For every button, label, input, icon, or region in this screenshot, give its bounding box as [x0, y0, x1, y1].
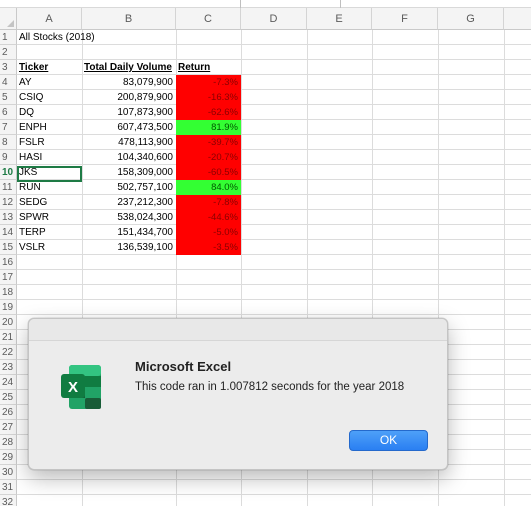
volume-cell[interactable]: 136,539,100	[82, 240, 176, 255]
return-cell[interactable]: -3.5%	[176, 240, 241, 255]
ribbon-edge	[0, 0, 531, 8]
row-header[interactable]: 14	[0, 225, 17, 240]
volume-cell[interactable]: 83,079,900	[82, 75, 176, 90]
row-header[interactable]: 4	[0, 75, 17, 90]
row-header[interactable]: 13	[0, 210, 17, 225]
volume-cell[interactable]: 478,113,900	[82, 135, 176, 150]
row-header[interactable]: 7	[0, 120, 17, 135]
row-header[interactable]: 9	[0, 150, 17, 165]
column-header-f[interactable]: F	[372, 8, 438, 30]
ticker-cell[interactable]: AY	[17, 75, 82, 90]
row-header[interactable]: 3	[0, 60, 17, 75]
row-header[interactable]: 6	[0, 105, 17, 120]
gridline	[17, 494, 531, 495]
column-header-d[interactable]: D	[241, 8, 307, 30]
gridline	[17, 299, 531, 300]
row-header[interactable]: 5	[0, 90, 17, 105]
return-cell[interactable]: -7.8%	[176, 195, 241, 210]
row-header[interactable]: 30	[0, 465, 17, 480]
sheet-title: All Stocks (2018)	[19, 32, 95, 43]
column-header-g[interactable]: G	[438, 8, 504, 30]
row-header[interactable]: 21	[0, 330, 17, 345]
row-header[interactable]: 26	[0, 405, 17, 420]
ticker-cell[interactable]: SEDG	[17, 195, 82, 210]
column-header-c[interactable]: C	[176, 8, 241, 30]
ticker-cell[interactable]: ENPH	[17, 120, 82, 135]
return-cell[interactable]: -39.7%	[176, 135, 241, 150]
volume-cell[interactable]: 538,024,300	[82, 210, 176, 225]
return-cell[interactable]: -60.5%	[176, 165, 241, 180]
dialog-titlebar	[29, 319, 447, 341]
gridline	[17, 479, 531, 480]
ribbon-divider	[340, 0, 341, 8]
column-header-a[interactable]: A	[17, 8, 82, 30]
row-header[interactable]: 22	[0, 345, 17, 360]
ticker-cell[interactable]: FSLR	[17, 135, 82, 150]
row-header[interactable]: 11	[0, 180, 17, 195]
volume-cell[interactable]: 151,434,700	[82, 225, 176, 240]
return-cell[interactable]: -44.6%	[176, 210, 241, 225]
header-volume: Total Daily Volume	[84, 62, 172, 73]
ticker-cell[interactable]: HASI	[17, 150, 82, 165]
row-header[interactable]: 31	[0, 480, 17, 495]
return-cell[interactable]: 81.9%	[176, 120, 241, 135]
row-header[interactable]: 16	[0, 255, 17, 270]
ok-button[interactable]: OK	[349, 430, 428, 451]
row-header[interactable]: 8	[0, 135, 17, 150]
volume-cell[interactable]: 158,309,000	[82, 165, 176, 180]
column-header-b[interactable]: B	[82, 8, 176, 30]
row-header[interactable]: 32	[0, 495, 17, 506]
header-return: Return	[178, 62, 211, 73]
return-cell[interactable]: -16.3%	[176, 90, 241, 105]
ticker-cell[interactable]: TERP	[17, 225, 82, 240]
return-cell[interactable]: -62.6%	[176, 105, 241, 120]
volume-cell[interactable]: 107,873,900	[82, 105, 176, 120]
row-header[interactable]: 25	[0, 390, 17, 405]
dialog-title: Microsoft Excel	[135, 359, 232, 374]
row-header[interactable]: 15	[0, 240, 17, 255]
return-cell[interactable]: -7.3%	[176, 75, 241, 90]
row-header[interactable]: 18	[0, 285, 17, 300]
excel-icon: X	[59, 363, 103, 411]
dialog-message: This code ran in 1.007812 seconds for th…	[135, 381, 405, 393]
excel-icon-letter: X	[68, 379, 78, 396]
return-cell[interactable]: 84.0%	[176, 180, 241, 195]
header-ticker: Ticker	[19, 62, 49, 73]
gridline	[17, 314, 531, 315]
volume-cell[interactable]: 237,212,300	[82, 195, 176, 210]
row-header[interactable]: 10	[0, 165, 17, 180]
gridline	[17, 284, 531, 285]
select-all-corner[interactable]	[0, 8, 17, 30]
ribbon-divider	[240, 0, 241, 8]
column-header-h[interactable]	[504, 8, 531, 30]
row-header[interactable]: 28	[0, 435, 17, 450]
volume-cell[interactable]: 104,340,600	[82, 150, 176, 165]
return-cell[interactable]: -5.0%	[176, 225, 241, 240]
volume-cell[interactable]: 502,757,100	[82, 180, 176, 195]
row-header[interactable]: 23	[0, 360, 17, 375]
gridline	[17, 269, 531, 270]
alert-dialog: X Microsoft Excel This code ran in 1.007…	[28, 318, 448, 470]
row-header[interactable]: 24	[0, 375, 17, 390]
row-header[interactable]: 12	[0, 195, 17, 210]
selected-cell	[17, 166, 82, 182]
return-cell[interactable]: -20.7%	[176, 150, 241, 165]
ticker-cell[interactable]: DQ	[17, 105, 82, 120]
row-header[interactable]: 19	[0, 300, 17, 315]
volume-cell[interactable]: 607,473,500	[82, 120, 176, 135]
row-header[interactable]: 29	[0, 450, 17, 465]
row-header[interactable]: 2	[0, 45, 17, 60]
ticker-cell[interactable]: RUN	[17, 180, 82, 195]
row-header[interactable]: 20	[0, 315, 17, 330]
row-header[interactable]: 1	[0, 30, 17, 45]
row-header[interactable]: 17	[0, 270, 17, 285]
volume-cell[interactable]: 200,879,900	[82, 90, 176, 105]
row-header[interactable]: 27	[0, 420, 17, 435]
ticker-cell[interactable]: CSIQ	[17, 90, 82, 105]
ticker-cell[interactable]: VSLR	[17, 240, 82, 255]
ticker-cell[interactable]: SPWR	[17, 210, 82, 225]
column-header-e[interactable]: E	[307, 8, 372, 30]
